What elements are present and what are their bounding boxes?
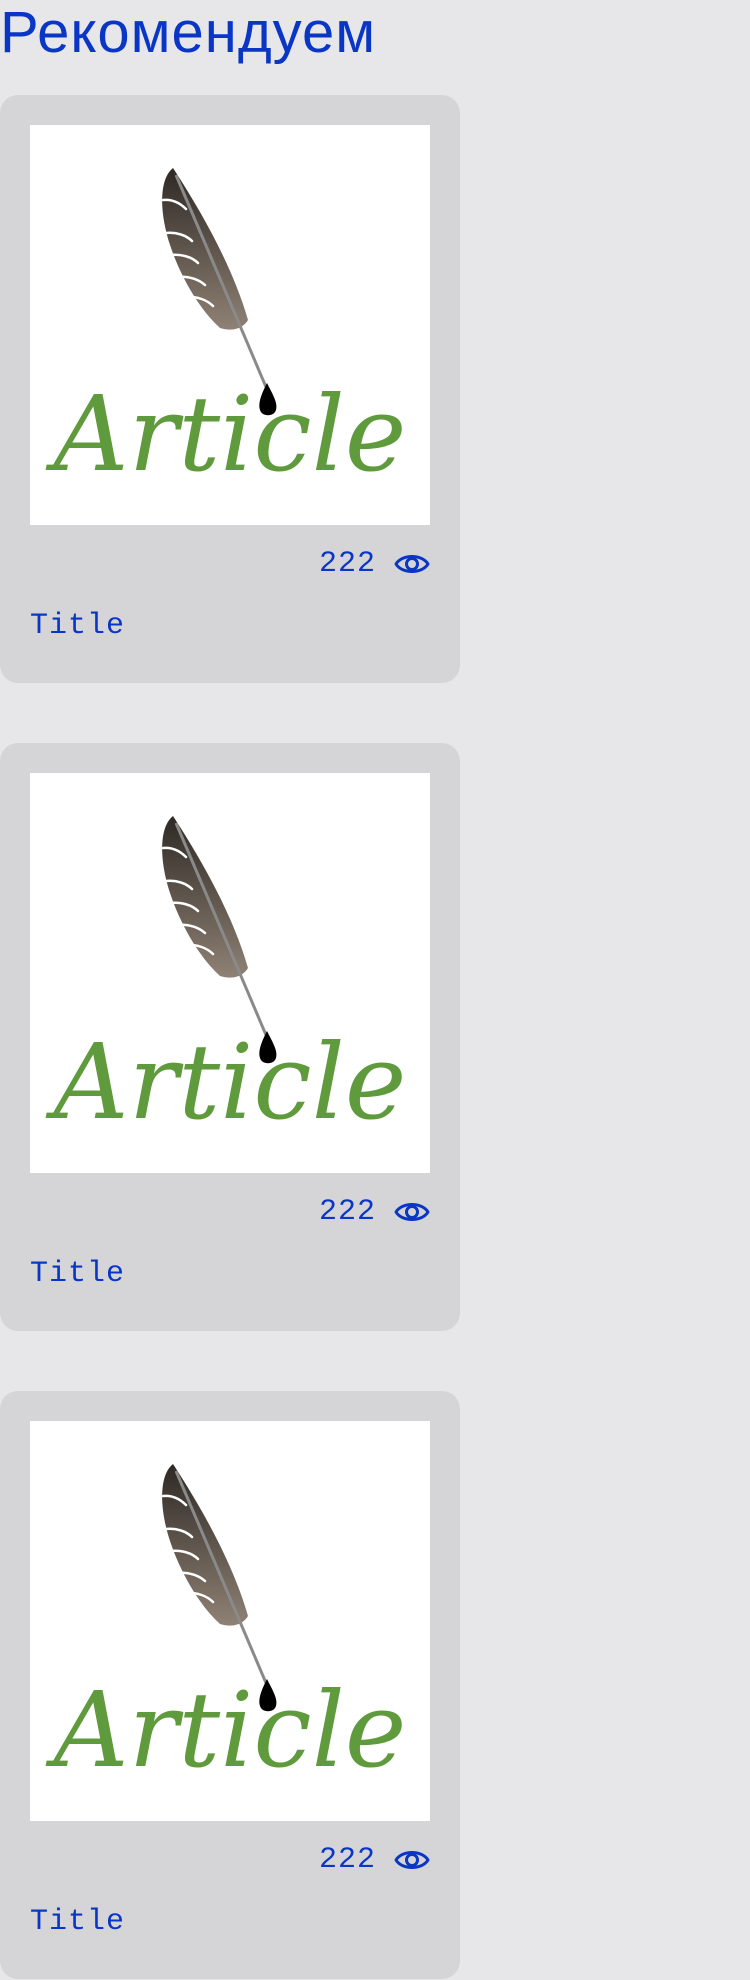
logo-wordmark: Article (46, 1021, 407, 1143)
eye-icon (394, 551, 430, 577)
logo-wordmark: Article (46, 373, 407, 495)
views-count: 222 (318, 547, 376, 581)
article-title[interactable]: Title (30, 1255, 125, 1293)
page-title: Рекомендуем (0, 0, 377, 65)
view-counter: 222 (319, 1193, 430, 1231)
logo-wordmark: Article (46, 1669, 407, 1791)
article-card[interactable]: Article 222 Title (0, 95, 460, 683)
article-image[interactable]: Article (30, 125, 430, 525)
article-image[interactable]: Article (30, 1421, 430, 1821)
article-card[interactable]: Article 222 Title (0, 1391, 460, 1979)
feather-quill-logo: Article (46, 1464, 407, 1791)
article-title[interactable]: Title (30, 607, 125, 645)
article-card[interactable]: Article 222 Title (0, 743, 460, 1331)
views-count: 222 (318, 1195, 376, 1229)
eye-icon (394, 1199, 430, 1225)
view-counter: 222 (319, 545, 430, 583)
feather-quill-logo: Article (46, 168, 407, 495)
article-title[interactable]: Title (30, 1903, 125, 1941)
article-image[interactable]: Article (30, 773, 430, 1173)
view-counter: 222 (319, 1841, 430, 1879)
eye-icon (394, 1847, 430, 1873)
views-count: 222 (318, 1843, 376, 1877)
feather-quill-logo: Article (46, 816, 407, 1143)
